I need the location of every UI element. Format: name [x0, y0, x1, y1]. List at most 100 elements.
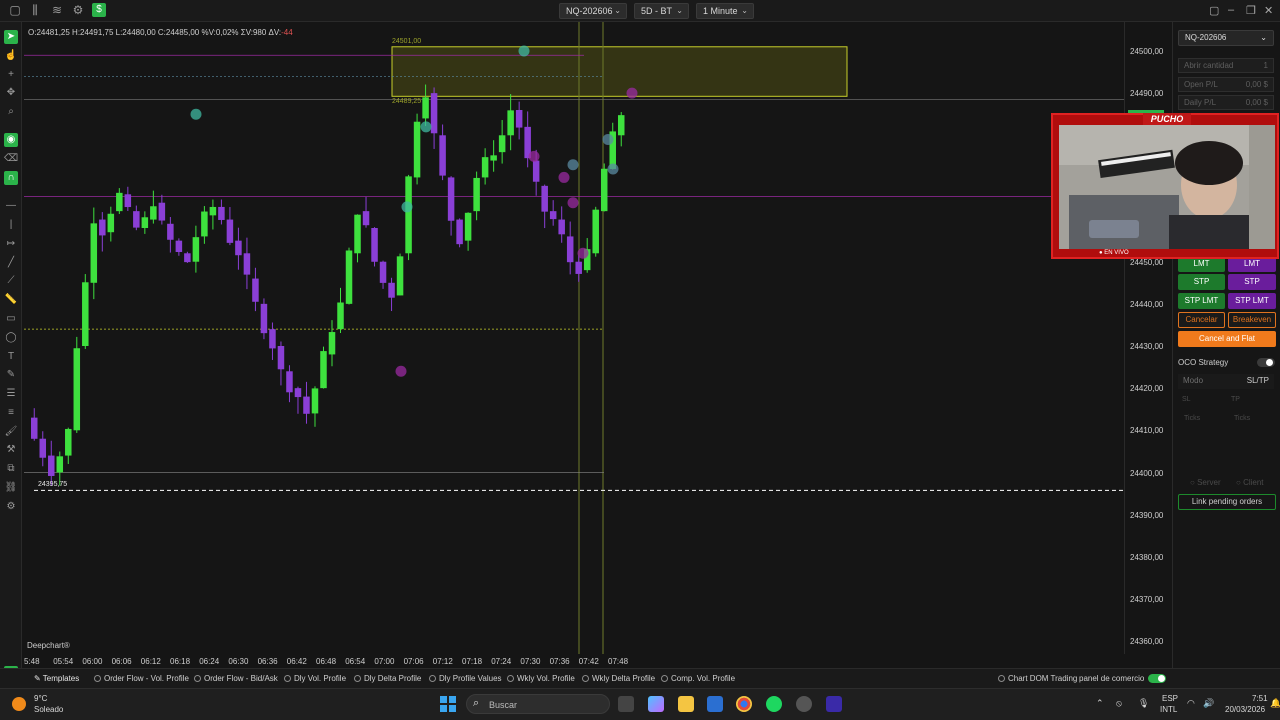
candle-body [175, 240, 183, 252]
sell-stp-lmt-button[interactable]: STP LMT [1228, 293, 1276, 309]
volume-marker [395, 365, 407, 377]
candle-body [396, 256, 404, 296]
store-icon[interactable] [707, 696, 723, 712]
indicators-icon[interactable]: ≋ [50, 3, 64, 17]
sell-stp-button[interactable]: STP [1228, 274, 1276, 290]
candle-body [328, 332, 336, 355]
task-view-icon[interactable] [618, 696, 634, 712]
levels-icon[interactable]: ⧉ [4, 462, 18, 476]
chevron-down-icon: ⌄ [741, 6, 748, 15]
chart-dom-radio[interactable]: Chart DOM Trading [998, 674, 1077, 683]
trendline-icon[interactable]: ╱ [4, 256, 18, 270]
fib-icon[interactable]: ⟋ [4, 274, 18, 288]
eraser-icon[interactable]: ⌫ [4, 152, 18, 166]
study-toggle[interactable]: Dly Delta Profile [354, 674, 421, 683]
copilot-icon[interactable] [648, 696, 664, 712]
cancel-and-flat-button[interactable]: Cancel and Flat [1178, 331, 1276, 347]
tray-chevron-icon[interactable]: ⌃ [1096, 698, 1104, 709]
top-toolbar: ▢ ⫼ ≋ ⚙ $ NQ-202606 ⌄ 5D - BT ⌄ 1 Minute… [0, 0, 1280, 22]
list-icon[interactable]: ☰ [4, 387, 18, 401]
cancel-button[interactable]: Cancelar [1178, 312, 1225, 328]
deepchart-app-icon[interactable] [826, 696, 842, 712]
study-toggle[interactable]: Dly Profile Values [429, 674, 502, 683]
crosshair-icon[interactable]: + [4, 68, 18, 82]
link-pending-orders-button[interactable]: Link pending orders [1178, 494, 1276, 510]
pointer-icon[interactable]: ☝ [4, 49, 18, 63]
quantity-field[interactable]: Abrir cantidad 1 [1178, 58, 1274, 73]
templates-button[interactable]: ✎ Templates [34, 674, 79, 683]
chrome-icon[interactable] [736, 696, 752, 712]
study-toggle[interactable]: Order Flow - Vol. Profile [94, 674, 189, 683]
rectangle-icon[interactable]: ▭ [4, 312, 18, 326]
tools-icon[interactable]: ⚒ [4, 443, 18, 457]
interval-select[interactable]: 1 Minute ⌄ [696, 3, 754, 19]
chart-type-icon[interactable]: ⫼ [28, 3, 42, 17]
volume-marker [190, 108, 202, 120]
vertical-line-icon[interactable]: | [4, 218, 18, 232]
zoom-icon[interactable]: ⌕ [4, 105, 18, 119]
buy-stp-lmt-button[interactable]: STP LMT [1178, 293, 1225, 309]
menu-icon[interactable]: ≡ [4, 406, 18, 420]
microphone-icon[interactable]: 🎙 [1138, 698, 1149, 709]
brush-icon[interactable]: 🖌 [4, 425, 18, 439]
layout-icon[interactable]: ▢ [8, 3, 22, 17]
magnet-icon[interactable]: ∩ [4, 171, 18, 185]
file-explorer-icon[interactable] [678, 696, 694, 712]
breakeven-button[interactable]: Breakeven [1228, 312, 1276, 328]
buy-stp-button[interactable]: STP [1178, 274, 1225, 290]
ruler-icon[interactable]: 📏 [4, 293, 18, 307]
settings-small-icon[interactable]: ⚙ [4, 500, 18, 514]
lock-icon[interactable]: ⛓ [4, 481, 18, 495]
study-toggle[interactable]: Comp. Vol. Profile [661, 674, 735, 683]
volume-marker [528, 150, 540, 162]
dollar-icon[interactable]: $ [92, 3, 106, 17]
minimize-icon[interactable]: – [1228, 4, 1234, 16]
taskbar-search[interactable]: ⌕ Buscar [466, 694, 610, 714]
eye-icon[interactable]: ◉ [4, 133, 18, 147]
spotify-icon[interactable] [766, 696, 782, 712]
study-toggle[interactable]: Wkly Delta Profile [582, 674, 655, 683]
study-toggle[interactable]: Order Flow - Bid/Ask [194, 674, 278, 683]
ellipse-icon[interactable]: ◯ [4, 331, 18, 345]
candle-body [260, 303, 268, 334]
candle-body [379, 261, 387, 283]
volume-icon[interactable]: 🔊 [1203, 698, 1214, 709]
maximize-icon[interactable]: ❐ [1246, 4, 1256, 17]
panel-toggle[interactable] [1148, 674, 1166, 683]
pan-icon[interactable]: ✥ [4, 86, 18, 100]
language-secondary[interactable]: INTL [1160, 705, 1177, 714]
range-select[interactable]: 5D - BT ⌄ [634, 3, 689, 19]
pencil-icon[interactable]: ✎ [4, 368, 18, 382]
windows-start-icon[interactable] [440, 696, 456, 712]
cursor-icon[interactable]: ➤ [4, 30, 18, 44]
weather-icon[interactable] [12, 697, 26, 711]
sl-label: SL [1182, 396, 1191, 403]
oco-strategy-toggle[interactable] [1257, 358, 1275, 367]
language-primary[interactable]: ESP [1162, 694, 1178, 703]
client-label: Client [1243, 478, 1264, 487]
study-toggle[interactable]: Dly Vol. Profile [284, 674, 346, 683]
notification-icon[interactable]: 🔔 [1270, 698, 1280, 709]
clock-date[interactable]: 20/03/2026 [1225, 705, 1265, 714]
horizontal-line-icon[interactable]: — [4, 199, 18, 213]
network-icon[interactable]: ⦸ [1116, 698, 1122, 709]
restore-icon[interactable]: ▢ [1209, 4, 1219, 17]
obs-icon[interactable] [796, 696, 812, 712]
close-icon[interactable]: ✕ [1264, 4, 1273, 17]
candle-body [107, 213, 115, 233]
instrument-select[interactable]: NQ-202606 ⌄ [559, 3, 627, 19]
ohlc-values: O:24481,25 H:24491,75 L:24480,00 C:24485… [28, 28, 282, 37]
wifi-icon[interactable]: ◠ [1187, 698, 1195, 709]
study-toggle[interactable]: Wkly Vol. Profile [507, 674, 575, 683]
ray-icon[interactable]: ↦ [4, 237, 18, 251]
server-radio[interactable]: ○ Server [1190, 478, 1221, 487]
time-tick-label: 06:06 [111, 657, 132, 666]
text-icon[interactable]: T [4, 350, 18, 364]
modo-select[interactable]: Modo SL/TP [1178, 374, 1274, 389]
clock-time[interactable]: 7:51 [1252, 694, 1268, 703]
settings-icon[interactable]: ⚙ [71, 3, 85, 17]
candle-body [388, 282, 395, 298]
client-radio[interactable]: ○ Client [1236, 478, 1264, 487]
account-instrument-select[interactable]: NQ-202606 ⌄ [1178, 30, 1274, 46]
price-chart[interactable] [24, 22, 1124, 654]
